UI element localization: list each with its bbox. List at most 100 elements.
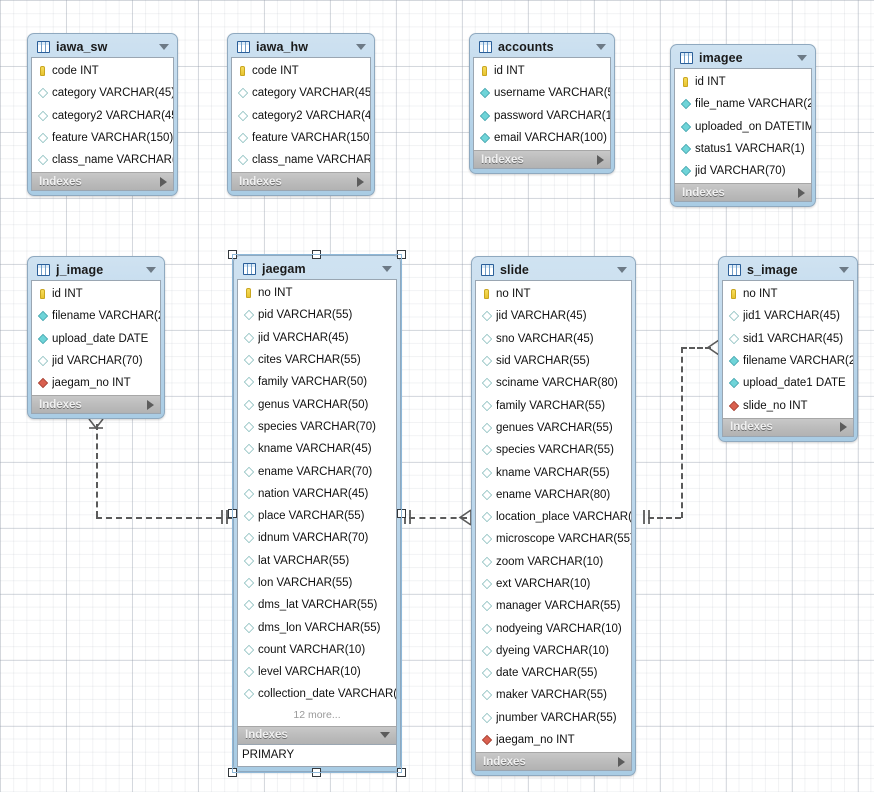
column-row[interactable]: uploaded_on DATETIME — [675, 116, 811, 138]
indexes-section-header[interactable]: Indexes — [475, 752, 632, 772]
column-row[interactable]: species VARCHAR(55) — [476, 439, 631, 461]
chevron-right-icon[interactable] — [357, 176, 364, 187]
relationship-j_image-jaegam-vertical[interactable] — [96, 424, 98, 517]
column-row[interactable]: pid VARCHAR(55) — [238, 304, 396, 326]
chevron-down-icon[interactable] — [596, 43, 606, 50]
column-row[interactable]: collection_date VARCHAR(55) — [238, 683, 396, 705]
chevron-down-icon[interactable] — [382, 265, 392, 272]
column-row[interactable]: id INT — [474, 60, 610, 82]
column-row[interactable]: dms_lon VARCHAR(55) — [238, 616, 396, 638]
column-row[interactable]: jaegam_no INT — [476, 729, 631, 751]
table-figure-iawa_hw[interactable]: iawa_hw code INT category VARCHAR(45) categ… — [227, 33, 375, 197]
column-row[interactable]: upload_date1 DATE — [723, 372, 853, 394]
table-title-bar[interactable]: iawa_sw — [31, 36, 174, 57]
chevron-right-icon[interactable] — [798, 187, 805, 198]
relationship-j_image-jaegam-horizontal[interactable] — [96, 517, 232, 519]
table-figure-s_image[interactable]: s_image no INT jid1 VARCHAR(45) sid1 VARCHA… — [718, 256, 858, 442]
resize-handle-s[interactable] — [312, 768, 321, 777]
table-figure-iawa_sw[interactable]: iawa_swcode INT category VARCHAR(45) categ… — [27, 33, 178, 197]
column-row[interactable]: status1 VARCHAR(1) — [675, 138, 811, 160]
column-row[interactable]: kname VARCHAR(55) — [476, 461, 631, 483]
column-row[interactable]: family VARCHAR(55) — [476, 394, 631, 416]
column-row[interactable]: feature VARCHAR(150) — [32, 127, 173, 149]
column-row[interactable]: dms_lat VARCHAR(55) — [238, 594, 396, 616]
column-row[interactable]: genues VARCHAR(55) — [476, 417, 631, 439]
column-row[interactable]: level VARCHAR(10) — [238, 661, 396, 683]
resize-handle-n[interactable] — [312, 250, 321, 259]
column-row[interactable]: file_name VARCHAR(255) — [675, 93, 811, 115]
column-row[interactable]: date VARCHAR(55) — [476, 662, 631, 684]
column-row[interactable]: ename VARCHAR(70) — [238, 460, 396, 482]
eer-diagram-canvas[interactable]: iawa_sw code INT category VARCHAR(45) categ… — [0, 0, 874, 792]
column-row[interactable]: cites VARCHAR(55) — [238, 349, 396, 371]
column-row[interactable]: id INT — [32, 283, 160, 305]
column-row[interactable]: sno VARCHAR(45) — [476, 328, 631, 350]
relationship-slide-s_image-vertical[interactable] — [681, 347, 683, 518]
column-row[interactable]: no INT — [238, 282, 396, 304]
indexes-section-header[interactable]: Indexes — [31, 172, 174, 192]
column-row[interactable]: family VARCHAR(50) — [238, 371, 396, 393]
resize-handle-w[interactable] — [228, 508, 237, 518]
chevron-down-icon[interactable] — [617, 266, 627, 273]
chevron-down-icon[interactable] — [797, 54, 807, 61]
column-row[interactable]: species VARCHAR(70) — [238, 416, 396, 438]
column-row[interactable]: ename VARCHAR(80) — [476, 484, 631, 506]
column-row[interactable]: kname VARCHAR(45) — [238, 438, 396, 460]
resize-handle-ne[interactable] — [397, 250, 406, 259]
column-row[interactable]: category2 VARCHAR(45) — [232, 105, 370, 127]
chevron-down-icon[interactable] — [380, 732, 390, 739]
column-row[interactable]: jid VARCHAR(70) — [675, 160, 811, 182]
column-row[interactable]: category VARCHAR(45) — [32, 82, 173, 104]
table-title-bar[interactable]: imagee — [674, 47, 812, 68]
chevron-down-icon[interactable] — [146, 266, 156, 273]
chevron-right-icon[interactable] — [840, 422, 847, 433]
column-row[interactable]: ext VARCHAR(10) — [476, 573, 631, 595]
table-title-bar[interactable]: j_image — [31, 259, 161, 280]
table-figure-j_image[interactable]: j_imageid INT filename VARCHAR(255) upload… — [27, 256, 165, 420]
column-row[interactable]: password VARCHAR(100) — [474, 105, 610, 127]
column-row[interactable]: jid1 VARCHAR(45) — [723, 305, 853, 327]
column-row[interactable]: class_name VARCHAR(15) — [32, 149, 173, 171]
table-figure-jaegam[interactable]: jaegam no INT pid VARCHAR(55) jid VARCHAR(4… — [233, 255, 401, 772]
table-figure-imagee[interactable]: imagee id INT file_name VARCHAR(255) upload… — [670, 44, 816, 208]
column-row[interactable]: place VARCHAR(55) — [238, 505, 396, 527]
resize-handle-sw[interactable] — [228, 768, 237, 777]
column-row[interactable]: no INT — [476, 283, 631, 305]
column-row[interactable]: manager VARCHAR(55) — [476, 595, 631, 617]
column-row[interactable]: dyeing VARCHAR(10) — [476, 640, 631, 662]
chevron-right-icon[interactable] — [147, 399, 154, 410]
column-row[interactable]: jnumber VARCHAR(55) — [476, 707, 631, 729]
column-row[interactable]: code INT — [232, 60, 370, 82]
resize-handle-nw[interactable] — [228, 250, 237, 259]
indexes-section-header[interactable]: Indexes — [231, 172, 371, 192]
indexes-section-header[interactable]: Indexes — [237, 725, 397, 745]
indexes-section-header[interactable]: Indexes — [473, 150, 611, 170]
indexes-section-header[interactable]: Indexes — [674, 183, 812, 203]
column-row[interactable]: code INT — [32, 60, 173, 82]
column-row[interactable]: id INT — [675, 71, 811, 93]
indexes-section-header[interactable]: Indexes — [31, 395, 161, 415]
table-title-bar[interactable]: slide — [475, 259, 632, 280]
column-row[interactable]: idnum VARCHAR(70) — [238, 527, 396, 549]
column-row[interactable]: category2 VARCHAR(45) — [32, 105, 173, 127]
chevron-down-icon[interactable] — [356, 43, 366, 50]
table-title-bar[interactable]: iawa_hw — [231, 36, 371, 57]
column-row[interactable]: location_place VARCHAR(45) — [476, 506, 631, 528]
column-row[interactable]: filename VARCHAR(255) — [723, 350, 853, 372]
column-row[interactable]: maker VARCHAR(55) — [476, 684, 631, 706]
column-row[interactable]: jaegam_no INT — [32, 372, 160, 394]
column-row[interactable]: filename VARCHAR(255) — [32, 305, 160, 327]
more-columns-label[interactable]: 12 more... — [238, 706, 396, 725]
column-row[interactable]: sid1 VARCHAR(45) — [723, 328, 853, 350]
table-title-bar[interactable]: jaegam — [237, 258, 397, 279]
column-row[interactable]: feature VARCHAR(150) — [232, 127, 370, 149]
resize-handle-e[interactable] — [397, 508, 406, 518]
column-row[interactable]: sid VARCHAR(55) — [476, 350, 631, 372]
column-row[interactable]: upload_date DATE — [32, 328, 160, 350]
chevron-down-icon[interactable] — [159, 43, 169, 50]
column-row[interactable]: microscope VARCHAR(55) — [476, 528, 631, 550]
column-row[interactable]: jid VARCHAR(45) — [476, 305, 631, 327]
column-row[interactable]: nation VARCHAR(45) — [238, 483, 396, 505]
table-figure-slide[interactable]: slide no INT jid VARCHAR(45) sno VARCHAR(45… — [471, 256, 636, 777]
table-title-bar[interactable]: accounts — [473, 36, 611, 57]
